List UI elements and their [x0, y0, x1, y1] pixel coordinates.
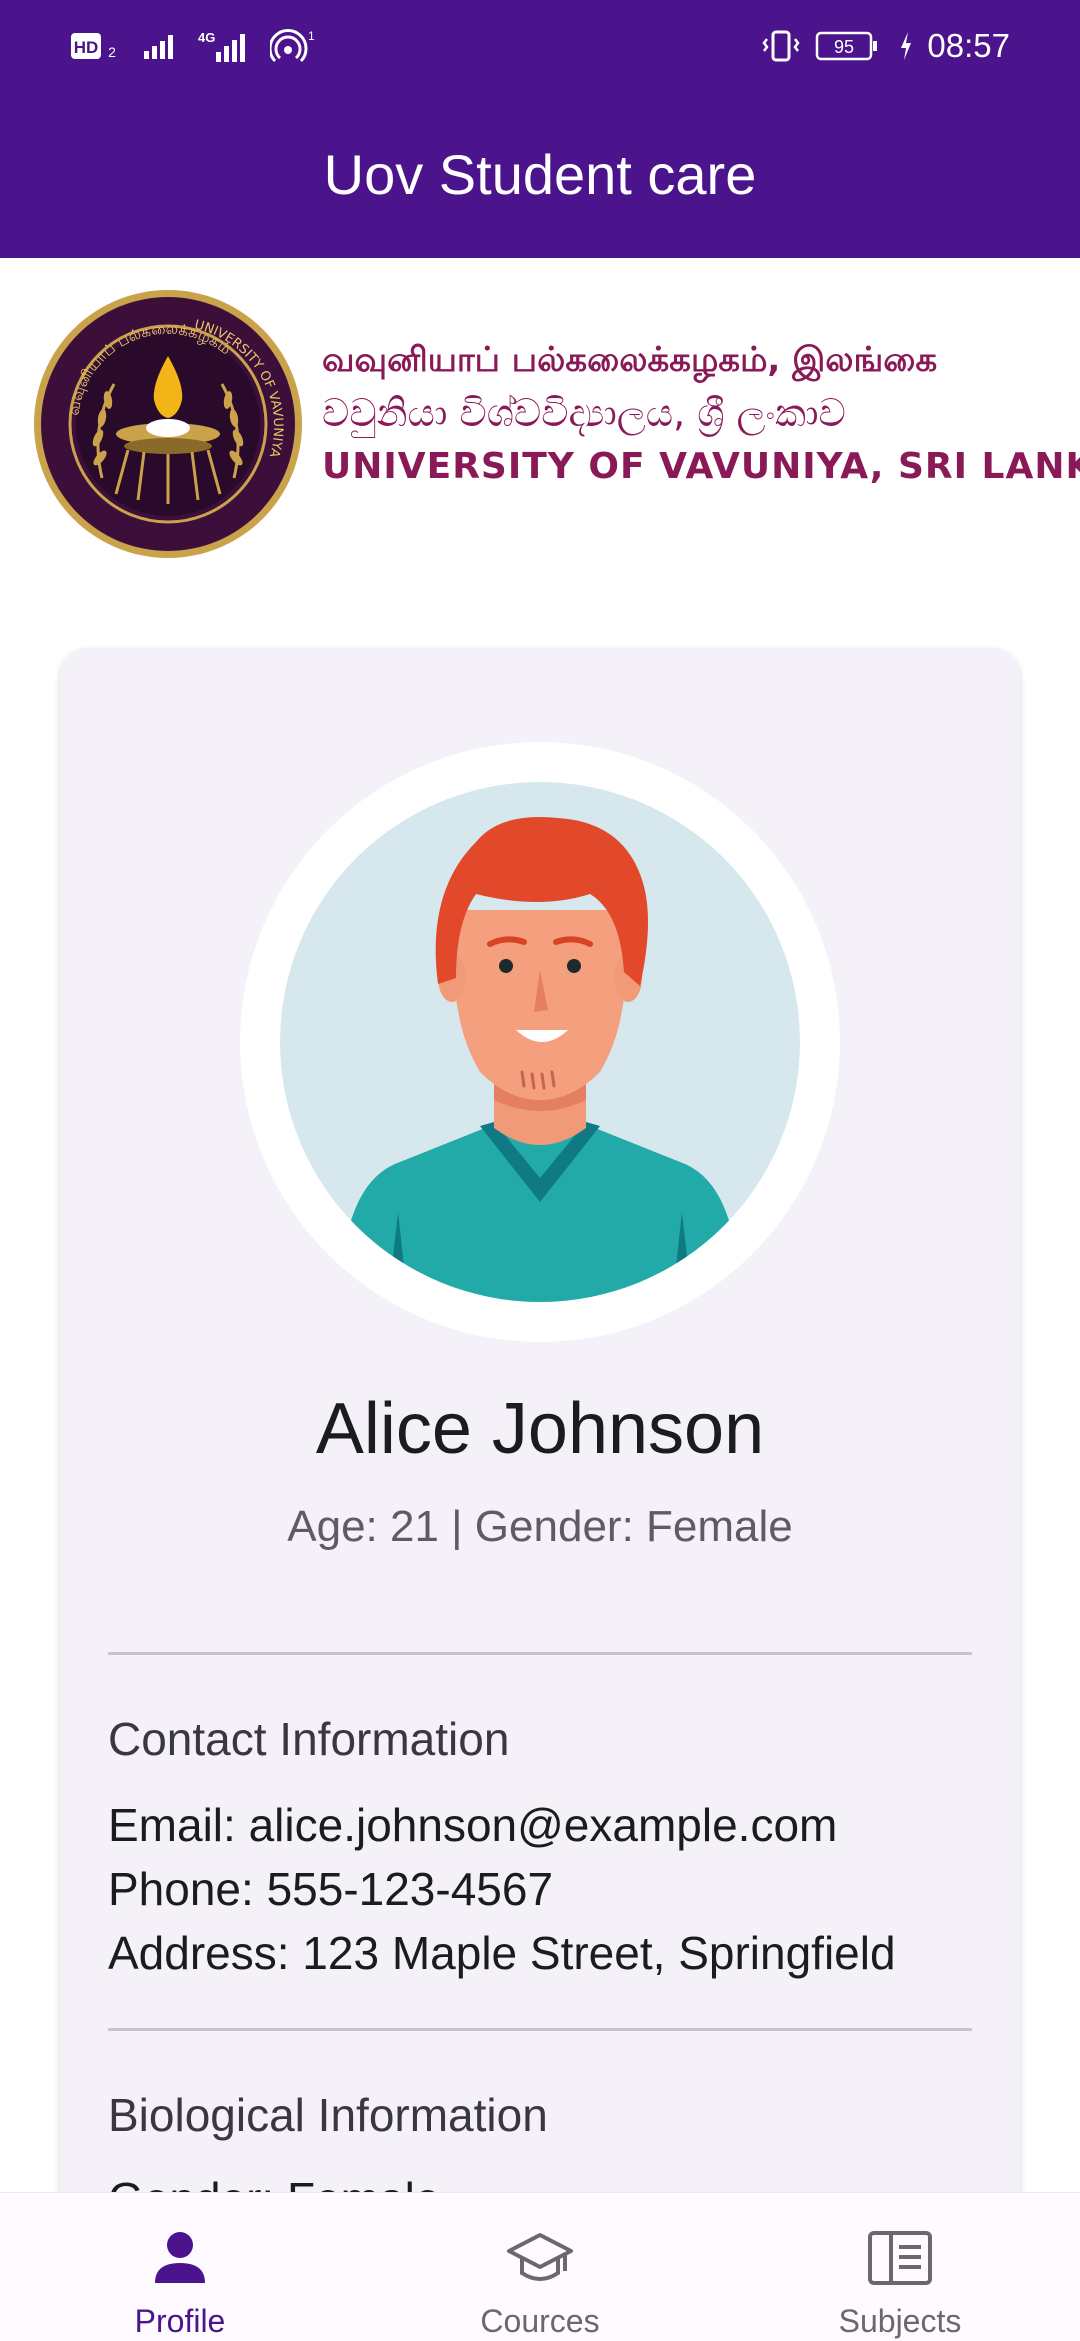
charging-icon: [901, 32, 912, 60]
graduation-cap-icon: [507, 2233, 573, 2281]
profile-card: Alice Johnson Age: 21 | Gender: Female C…: [60, 648, 1020, 2340]
battery-icon: 95: [816, 31, 878, 61]
hotspot-count: 1: [308, 29, 315, 43]
hotspot-icon: 1: [270, 29, 315, 63]
app-title: Uov Student care: [323, 142, 757, 206]
student-summary: Age: 21 | Gender: Female: [287, 1502, 793, 1551]
contact-phone: Phone: 555-123-4567: [108, 1863, 554, 1915]
nav-item-cources[interactable]: Cources: [390, 2193, 690, 2341]
university-name-english: UNIVERSITY OF VAVUNIYA, SRI LANKA: [322, 446, 1080, 487]
university-banner: வவுனியாப் பல்கலைக்கழகம் UNIVERSITY OF VA…: [0, 258, 1080, 588]
sim-index: 2: [108, 44, 116, 60]
nav-item-subjects[interactable]: Subjects: [750, 2193, 1050, 2341]
nav-label-cources: Cources: [480, 2303, 600, 2339]
university-seal-logo: வவுனியாப் பல்கலைக்கழகம் UNIVERSITY OF VA…: [34, 290, 302, 558]
signal-icon: [144, 35, 173, 59]
university-name-block: வவுனியாப் பல்கலைக்கழகம், இலங்கை වවුනියා …: [322, 336, 1080, 492]
contact-section-title: Contact Information: [108, 1713, 510, 1765]
contact-email: Email: alice.johnson@example.com: [108, 1799, 838, 1851]
status-bar: HD 2 4G 1 95 08:57: [0, 0, 1080, 90]
hd-badge-icon: HD 2: [71, 33, 116, 60]
university-name-sinhala: වවුනියා විශ්වවිද්‍යාලය, ශ්‍රී ලංකාව: [322, 391, 846, 435]
student-avatar-illustration: [280, 782, 800, 1302]
divider: [108, 2028, 972, 2031]
status-bar-left: HD 2 4G 1: [70, 24, 316, 68]
hd-label: HD: [74, 38, 99, 57]
vibrate-icon: [762, 30, 800, 62]
nav-label-profile: Profile: [134, 2303, 226, 2339]
battery-level: 95: [834, 37, 854, 57]
status-bar-right: 95 08:57: [761, 24, 1010, 68]
clock: 08:57: [927, 27, 1010, 64]
avatar-frame: [240, 742, 840, 1342]
student-name: Alice Johnson: [315, 1389, 765, 1469]
divider: [108, 1652, 972, 1655]
book-icon: [868, 2231, 932, 2285]
nav-label-subjects: Subjects: [838, 2303, 962, 2339]
contact-address: Address: 123 Maple Street, Springfield: [108, 1927, 896, 1979]
signal-4g-icon: 4G: [198, 30, 245, 62]
nav-item-profile[interactable]: Profile: [30, 2193, 330, 2341]
avatar: [280, 782, 800, 1302]
app-bar: Uov Student care: [0, 90, 1080, 258]
person-icon: [155, 2232, 205, 2283]
network-type: 4G: [198, 30, 215, 45]
university-name-tamil: வவுனியாப் பல்கலைக்கழகம், இலங்கை: [322, 340, 938, 380]
bottom-navigation: Profile Cources Subjects: [0, 2192, 1080, 2341]
biological-section-title: Biological Information: [108, 2089, 548, 2141]
